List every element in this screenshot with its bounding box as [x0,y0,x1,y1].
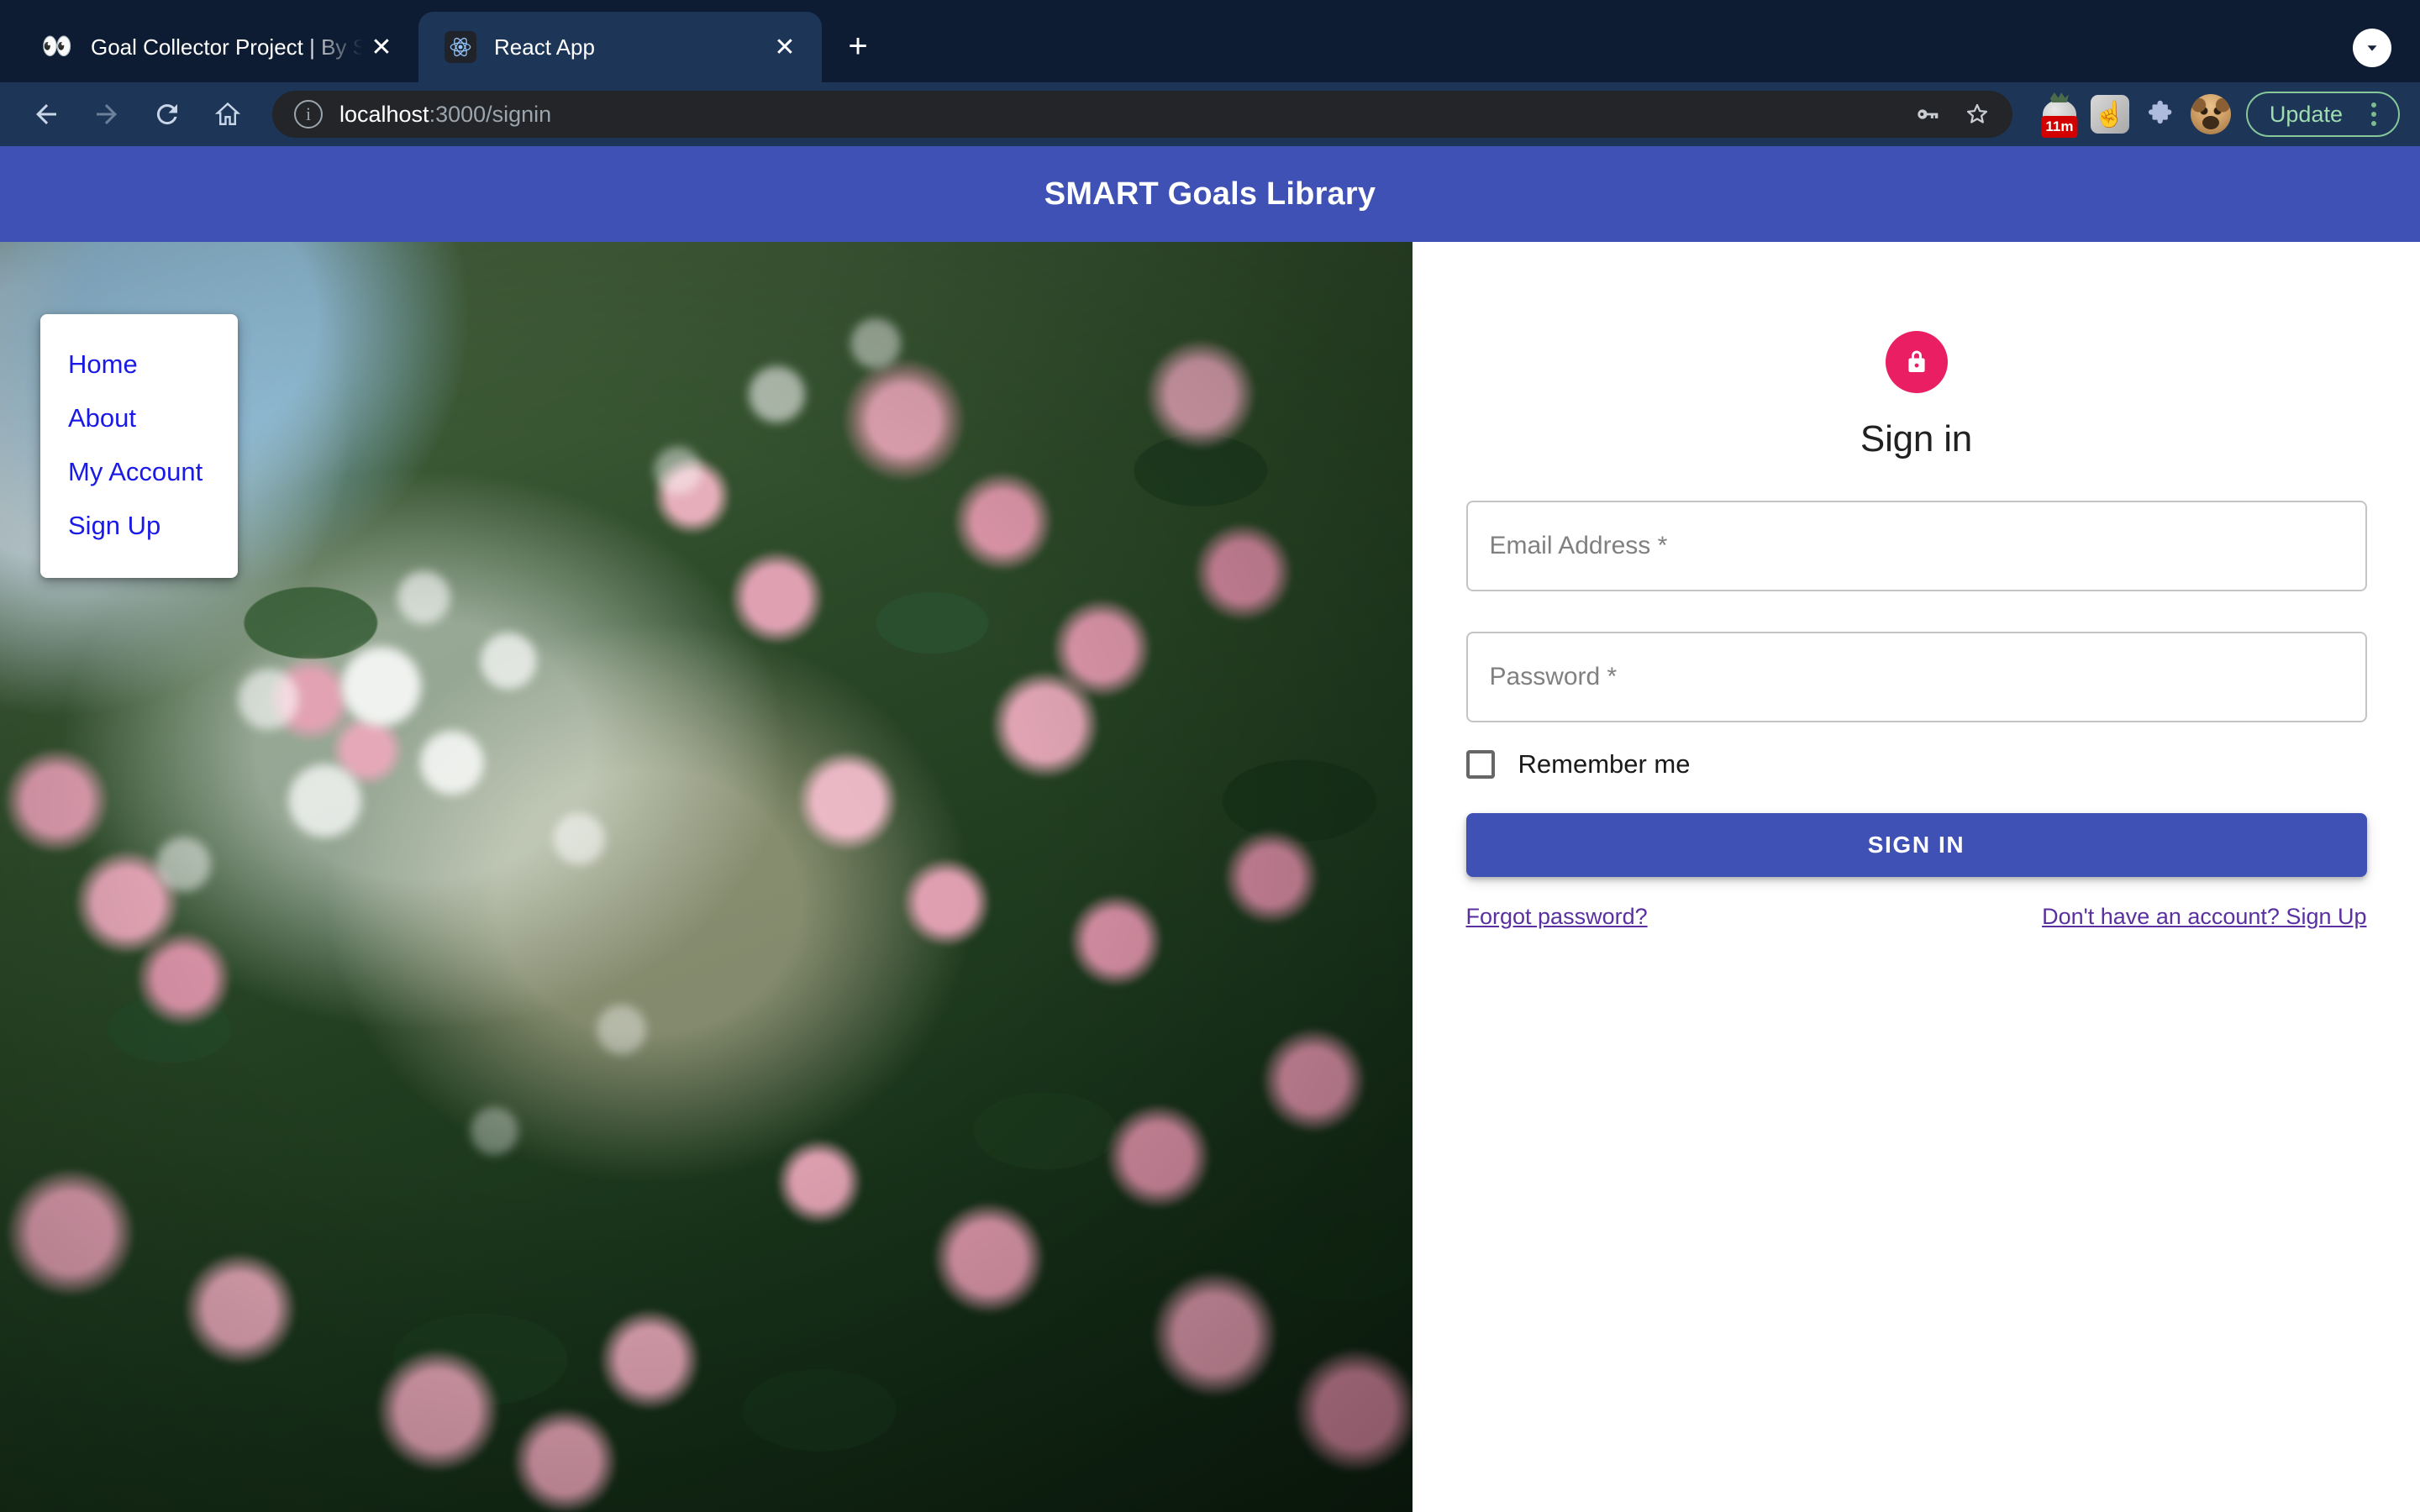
tab-strip: 👀 Goal Collector Project | By Stat ✕ Rea… [0,0,2420,82]
forgot-password-link[interactable]: Forgot password? [1466,904,1648,930]
page-content: Sign in Email Address * Password * Remem… [0,242,2420,1512]
browser-toolbar: i localhost:3000/signin 11m ☝ Update [0,82,2420,146]
close-icon[interactable]: ✕ [363,29,400,66]
menu-item-my-account[interactable]: My Account [40,445,238,499]
close-icon[interactable]: ✕ [766,29,803,66]
signup-link[interactable]: Don't have an account? Sign Up [2042,904,2366,930]
home-icon[interactable] [202,88,254,140]
reload-icon[interactable] [141,88,193,140]
signin-links: Forgot password? Don't have an account? … [1466,904,2367,930]
hand-pointer-icon: ☝ [2090,95,2129,134]
chevron-down-icon[interactable] [2353,29,2391,67]
url-text: localhost:3000/signin [339,102,1907,128]
browser-window: 👀 Goal Collector Project | By Stat ✕ Rea… [0,0,2420,1512]
back-arrow-icon[interactable] [20,88,72,140]
password-placeholder: Password * [1489,663,1618,690]
update-button[interactable]: Update [2245,92,2400,137]
menu-item-about[interactable]: About [40,391,238,445]
url-host: localhost [339,101,429,127]
signin-pane: Sign in Email Address * Password * Remem… [1413,242,2420,1512]
update-label: Update [2269,101,2343,127]
dog-avatar-image [2190,94,2231,134]
nav-dropdown-menu: Home About My Account Sign Up [40,314,238,578]
eyes-emoji-icon: 👀 [41,33,73,60]
extension-icons: 11m ☝ [2036,91,2234,138]
page-viewport: SMART Goals Library Sign in Email Addres… [0,146,2420,1512]
remember-me-checkbox[interactable] [1465,750,1495,779]
timer-badge: 11m [2041,116,2078,138]
tomato-timer-extension[interactable]: 11m [2036,91,2083,138]
pointer-extension[interactable]: ☝ [2086,91,2133,138]
star-outline-icon[interactable] [1955,92,1999,136]
signin-submit-button[interactable]: SIGN IN [1465,813,2367,877]
email-field[interactable]: Email Address * [1465,501,2367,591]
app-header-bar: SMART Goals Library [0,146,2420,242]
menu-item-home[interactable]: Home [40,338,238,391]
omnibox-actions [1907,92,1999,136]
page-title: SMART Goals Library [1044,176,1376,212]
url-path: :3000/signin [429,101,552,127]
new-tab-button[interactable]: + [834,22,882,71]
browser-tab-goal-collector[interactable]: 👀 Goal Collector Project | By Stat ✕ [15,12,418,82]
email-placeholder: Email Address * [1489,532,1668,559]
remember-me-label: Remember me [1518,749,1691,779]
profile-avatar[interactable] [2187,91,2234,138]
menu-item-sign-up[interactable]: Sign Up [40,499,238,553]
signin-heading: Sign in [1860,418,1973,459]
key-icon[interactable] [1907,92,1950,136]
browser-tab-react-app[interactable]: React App ✕ [418,12,822,82]
tab-title: React App [494,34,595,60]
kebab-menu-icon[interactable] [2358,98,2390,130]
remember-me-row[interactable]: Remember me [1465,749,2367,780]
tab-title: Goal Collector Project | By Stat [91,34,363,60]
lock-icon [1885,331,1948,393]
signin-form: Sign in Email Address * Password * Remem… [1465,242,2367,1512]
password-field[interactable]: Password * [1465,632,2367,722]
address-bar[interactable]: i localhost:3000/signin [272,91,2012,138]
react-logo-icon [444,30,477,64]
forward-arrow-icon [81,88,133,140]
info-circle-icon[interactable]: i [294,100,323,129]
extensions-puzzle-icon[interactable] [2137,91,2184,138]
